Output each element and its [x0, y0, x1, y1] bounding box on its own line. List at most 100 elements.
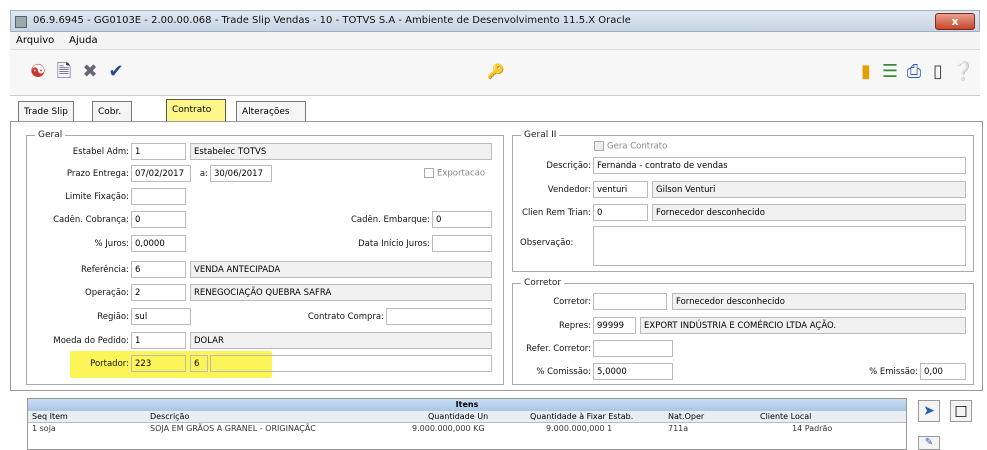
prazo-from-field[interactable]: 07/02/2017 [131, 165, 191, 182]
book-icon[interactable]: ▮ [856, 62, 876, 82]
repres-label: Repres: [559, 321, 591, 331]
obs-label: Observação: [520, 238, 574, 248]
document-icon[interactable]: 🗎 [54, 62, 74, 82]
itens-caption: Itens [28, 399, 906, 411]
estab-label: Estabel Adm: [72, 147, 129, 157]
geral-legend: Geral [38, 130, 63, 140]
regiao-label: Região: [97, 312, 129, 322]
repres-code-field[interactable]: 99999 [593, 317, 636, 334]
close-button[interactable]: x [935, 13, 975, 30]
col-quantidade-un[interactable]: Quantidade Un [428, 412, 488, 421]
data-juros-field[interactable] [432, 235, 492, 252]
geral2-legend: Geral II [524, 130, 557, 140]
tools-icon[interactable]: ✖ [80, 62, 100, 82]
emissao-field[interactable]: 0,00 [920, 363, 966, 380]
menu-bar: Arquivo Ajuda [10, 32, 980, 50]
col-nat-oper[interactable]: Nat.Oper [668, 412, 704, 421]
menu-ajuda[interactable]: Ajuda [63, 32, 103, 46]
key-icon[interactable]: 🔑 [486, 62, 506, 82]
col-seq-item[interactable]: Seq Item [32, 412, 68, 421]
toolbar: ☯ 🗎 ✖ ✔ 🔑 ▮ ☰ ⎙ ▯ ❔ [10, 50, 980, 96]
tab-cobr[interactable]: Cobr. [92, 101, 132, 121]
portador-label: Portador: [90, 359, 129, 369]
cell-quantidade-fixar: 9.000.000,000 1 [546, 424, 613, 433]
clien-code-field[interactable]: 0 [593, 204, 648, 221]
users-icon[interactable]: ☯ [28, 62, 48, 82]
door-icon[interactable]: ▯ [928, 62, 948, 82]
descricao-field[interactable]: Fernanda - contrato de vendas [593, 157, 966, 174]
corretor-name-field: Fornecedor desconhecido [672, 293, 966, 310]
caden-cob-field[interactable]: 0 [131, 211, 186, 228]
vendedor-label: Vendedor: [547, 185, 591, 195]
app-icon [15, 16, 27, 28]
limite-field[interactable] [131, 188, 186, 205]
cell-seq-item: 1 soja [32, 424, 56, 433]
prazo-sep-label: a: [199, 169, 208, 179]
ref-code-field[interactable]: 6 [131, 261, 186, 278]
obs-textarea[interactable] [593, 226, 966, 266]
check-icon[interactable]: ✔ [106, 62, 126, 82]
data-juros-label: Data Início Juros: [358, 239, 430, 249]
tab-alteracoes[interactable]: Alterações [236, 101, 306, 121]
moeda-label: Moeda do Pedido: [53, 336, 129, 346]
caden-emb-field[interactable]: 0 [432, 211, 492, 228]
clien-label: Clien Rem Trian: [522, 208, 591, 218]
limite-label: Limite Fixação: [65, 192, 129, 202]
print-icon[interactable]: ⎙ [904, 62, 924, 82]
corretor-legend: Corretor [524, 278, 562, 288]
corretor-label: Corretor: [553, 297, 591, 307]
caden-cob-label: Cadên. Cobrança: [53, 215, 129, 225]
exportacao-label: Exportacao [437, 168, 486, 179]
prazo-to-field[interactable]: 30/06/2017 [210, 165, 272, 182]
portador-code-field[interactable]: 223 [131, 355, 186, 372]
contrato-compra-field[interactable] [386, 308, 492, 325]
op-label: Operação: [85, 288, 129, 298]
corretor-code-field[interactable] [593, 293, 667, 310]
prazo-label: Prazo Entrega: [66, 169, 129, 179]
refer-corretor-label: Refer. Corretor: [526, 344, 591, 354]
exportacao-checkbox[interactable]: Exportacao [424, 168, 485, 179]
cell-nat-oper: 711a [668, 424, 689, 433]
comissao-label: % Comissão: [536, 367, 591, 377]
repres-name-field: EXPORT INDÚSTRIA E COMÉRCIO LTDA AÇÃO. [640, 317, 966, 334]
contrato-compra-label: Contrato Compra: [307, 312, 384, 322]
window-titlebar: 06.9.6945 - GG0103E - 2.00.00.068 - Trad… [10, 10, 980, 32]
op-name-field: RENEGOCIAÇÃO QUEBRA SAFRA [190, 284, 492, 301]
blank-item-icon[interactable]: □ [950, 400, 972, 422]
estab-name-field: Estabelec TOTVS [190, 143, 492, 160]
itens-grid: Itens Seq Item Descrição Quantidade Un Q… [27, 398, 907, 450]
caden-emb-label: Cadên. Embarque: [350, 215, 430, 225]
tab-contrato[interactable]: Contrato [166, 99, 226, 123]
moeda-code-field[interactable]: 1 [131, 332, 186, 349]
col-descricao[interactable]: Descrição [150, 412, 189, 421]
tree-icon[interactable]: ☰ [880, 62, 900, 82]
estab-code-field[interactable]: 1 [131, 143, 186, 160]
vendedor-code-field[interactable]: venturi [593, 181, 648, 198]
comissao-field[interactable]: 5,0000 [593, 363, 673, 380]
clien-name-field: Fornecedor desconhecido [652, 204, 966, 221]
menu-arquivo[interactable]: Arquivo [10, 32, 60, 46]
gera-contrato-label: Gera Contrato [607, 141, 668, 152]
itens-header-row: Seq Item Descrição Quantidade Un Quantid… [28, 411, 906, 423]
juros-field[interactable]: 0,0000 [131, 235, 186, 252]
emissao-label: % Emissão: [869, 367, 918, 377]
add-item-icon[interactable]: ➤ [918, 400, 940, 422]
portador-mod-field[interactable]: 6 [190, 355, 208, 372]
gera-contrato-checkbox[interactable]: Gera Contrato [594, 141, 667, 152]
edit-item-icon[interactable]: ✎ [918, 436, 940, 450]
window-title: 06.9.6945 - GG0103E - 2.00.00.068 - Trad… [33, 15, 631, 26]
ref-label: Referência: [80, 265, 129, 275]
help-icon[interactable]: ❔ [952, 62, 974, 82]
table-row[interactable]: 1 soja SOJA EM GRÃOS A GRANEL - ORIGINAÇ… [28, 423, 906, 435]
cell-descricao: SOJA EM GRÃOS A GRANEL - ORIGINAÇÃC [150, 424, 316, 433]
col-cliente-local[interactable]: Cliente Local [760, 412, 811, 421]
moeda-name-field: DOLAR [190, 332, 492, 349]
col-quantidade-fixar[interactable]: Quantidade à Fixar Estab. [530, 412, 633, 421]
refer-corretor-field[interactable] [593, 340, 673, 357]
op-code-field[interactable]: 2 [131, 284, 186, 301]
cell-cliente-local: 14 Padrão [792, 424, 833, 433]
portador-name-field [210, 355, 492, 372]
ref-name-field: VENDA ANTECIPADA [190, 261, 492, 278]
tab-trade-slip[interactable]: Trade Slip [18, 101, 74, 121]
regiao-field[interactable]: sul [131, 308, 191, 325]
